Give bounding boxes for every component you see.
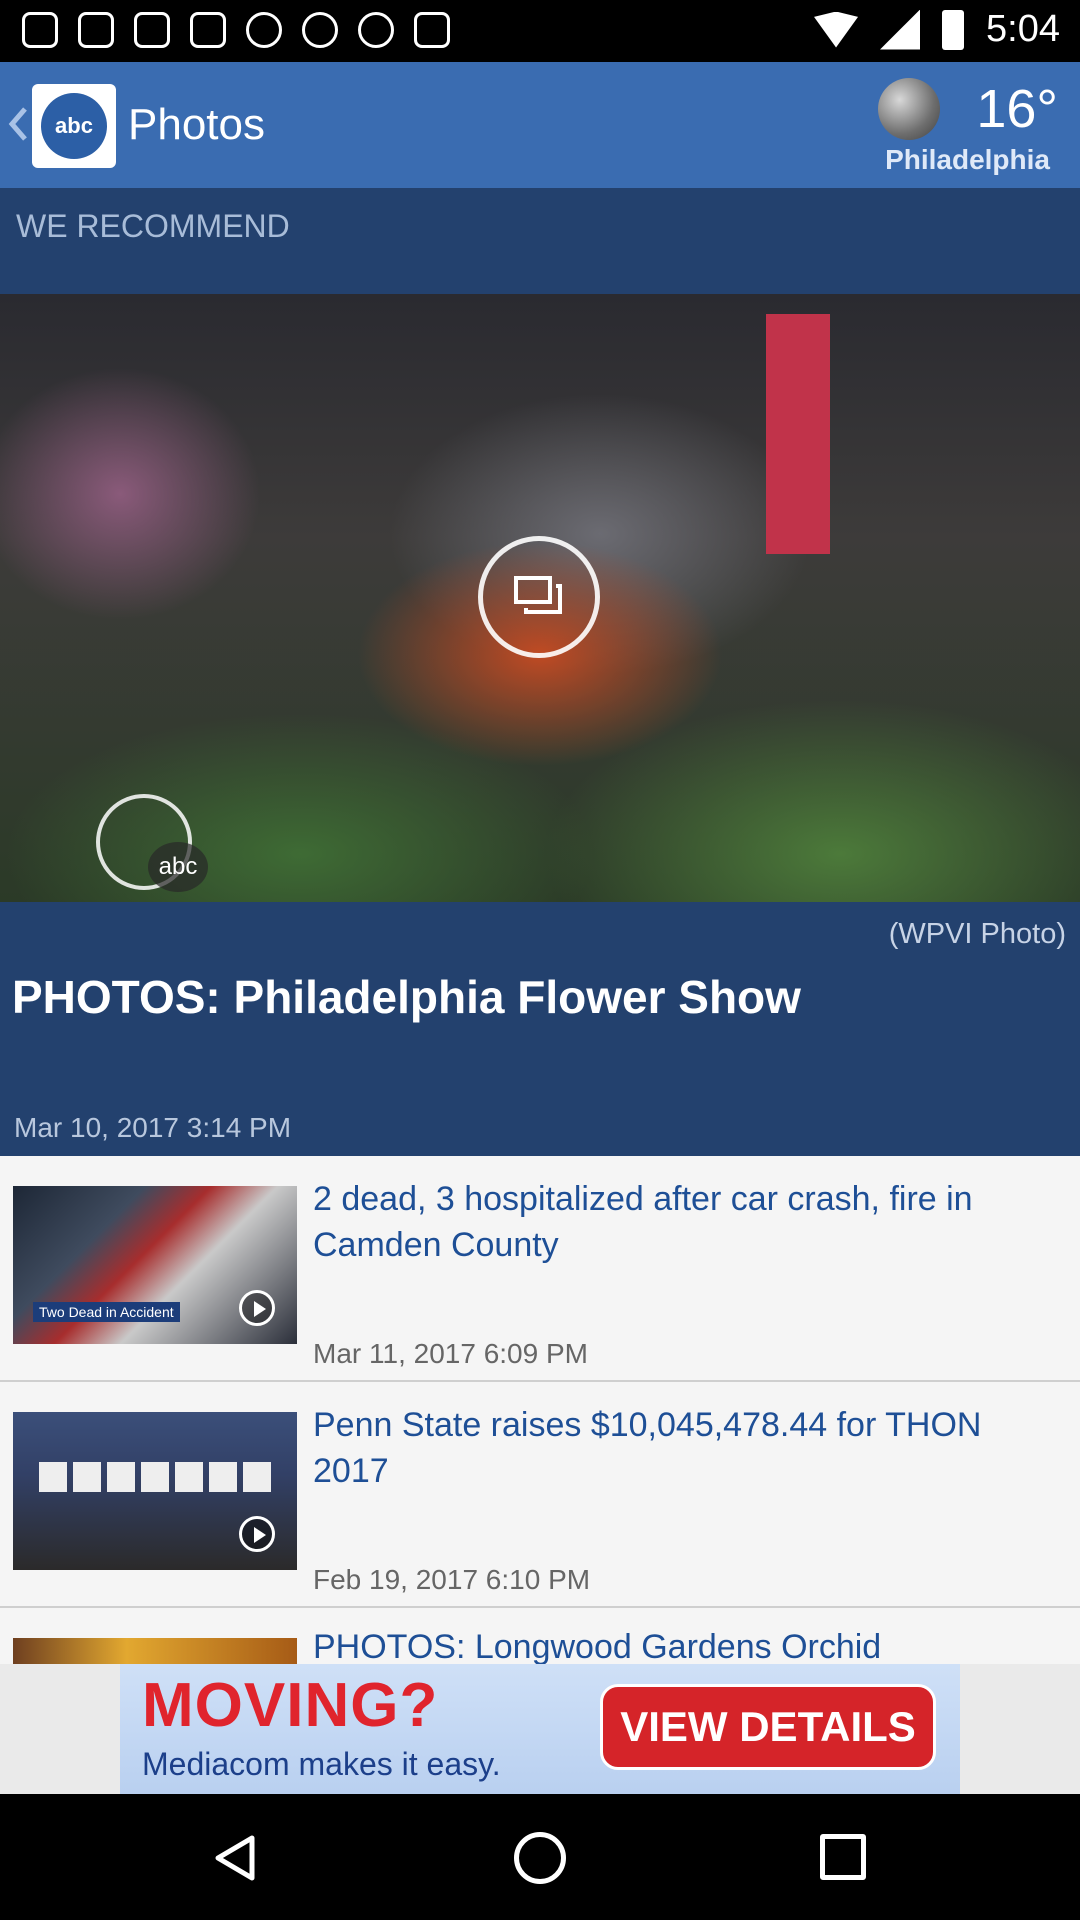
nav-recents-icon[interactable] — [820, 1834, 866, 1880]
article-title[interactable]: Penn State raises $10,045,478.44 for THO… — [313, 1402, 1063, 1494]
status-time: 5:04 — [986, 8, 1060, 50]
abc-watermark-text: abc — [148, 842, 208, 892]
article-date: Feb 19, 2017 6:10 PM — [313, 1564, 591, 1595]
weather-city[interactable]: Philadelphia — [885, 144, 1050, 176]
notification-icon — [78, 12, 114, 48]
notification-icon — [134, 12, 170, 48]
abc-notification-icon — [302, 12, 338, 48]
section-heading: WE RECOMMEND — [16, 208, 290, 244]
notification-icons — [22, 12, 450, 48]
temperature[interactable]: 16° — [976, 78, 1058, 140]
article-list: Two Dead in Accident 2 dead, 3 hospitali… — [0, 1156, 1080, 1664]
abc-logo-icon: abc — [41, 93, 107, 159]
signal-icon — [880, 9, 921, 50]
notification-icon — [190, 12, 226, 48]
battery-icon — [942, 9, 965, 50]
ad-subtext: Mediacom makes it easy. — [142, 1746, 501, 1782]
thumbnail-signs — [39, 1462, 271, 1492]
abc-notification-icon — [246, 12, 282, 48]
list-item[interactable]: Penn State raises $10,045,478.44 for THO… — [0, 1382, 1080, 1608]
page-title: Photos — [128, 100, 265, 149]
article-thumbnail[interactable]: Two Dead in Accident — [13, 1186, 297, 1344]
ad-banner[interactable]: MOVING? Mediacom makes it easy. VIEW DET… — [120, 1664, 960, 1794]
station-logo[interactable]: abc — [32, 84, 116, 168]
play-icon — [239, 1516, 275, 1552]
gallery-icon — [514, 576, 562, 614]
recommend-section: WE RECOMMEND abc (WPVI Photo) PHOTOS: Ph… — [0, 188, 1080, 1156]
article-title[interactable]: PHOTOS: Longwood Gardens Orchid — [313, 1624, 1063, 1664]
article-date: Mar 11, 2017 6:09 PM — [313, 1338, 588, 1369]
ad-banner-container: MOVING? Mediacom makes it easy. VIEW DET… — [0, 1664, 1080, 1794]
nav-home-icon[interactable] — [514, 1832, 566, 1884]
information-banner — [766, 314, 830, 554]
system-nav-bar — [0, 1794, 1080, 1920]
abc-notification-icon — [358, 12, 394, 48]
thumbnail-caption: Two Dead in Accident — [33, 1302, 180, 1322]
photo-credit: (WPVI Photo) — [888, 918, 1066, 950]
list-item[interactable]: PHOTOS: Longwood Gardens Orchid — [0, 1608, 1080, 1664]
ad-headline: MOVING? — [142, 1671, 439, 1740]
app-bar: abc Photos 16° Philadelphia — [0, 62, 1080, 188]
article-title[interactable]: 2 dead, 3 hospitalized after car crash, … — [313, 1176, 1063, 1268]
hero-title[interactable]: PHOTOS: Philadelphia Flower Show — [12, 970, 801, 1024]
message-icon — [22, 12, 58, 48]
article-thumbnail[interactable] — [13, 1638, 297, 1664]
view-details-button[interactable]: VIEW DETAILS — [600, 1684, 936, 1770]
satellite-icon — [414, 12, 450, 48]
back-chevron-icon[interactable] — [8, 106, 28, 142]
status-bar: 5:04 — [0, 0, 1080, 62]
hero-image[interactable]: abc — [0, 294, 1080, 902]
list-item[interactable]: Two Dead in Accident 2 dead, 3 hospitali… — [0, 1156, 1080, 1382]
play-icon — [239, 1290, 275, 1326]
hero-date: Mar 10, 2017 3:14 PM — [14, 1112, 292, 1143]
article-thumbnail[interactable] — [13, 1412, 297, 1570]
wifi-icon — [814, 11, 859, 48]
nav-back-icon[interactable] — [212, 1834, 260, 1882]
moon-weather-icon[interactable] — [878, 78, 940, 140]
